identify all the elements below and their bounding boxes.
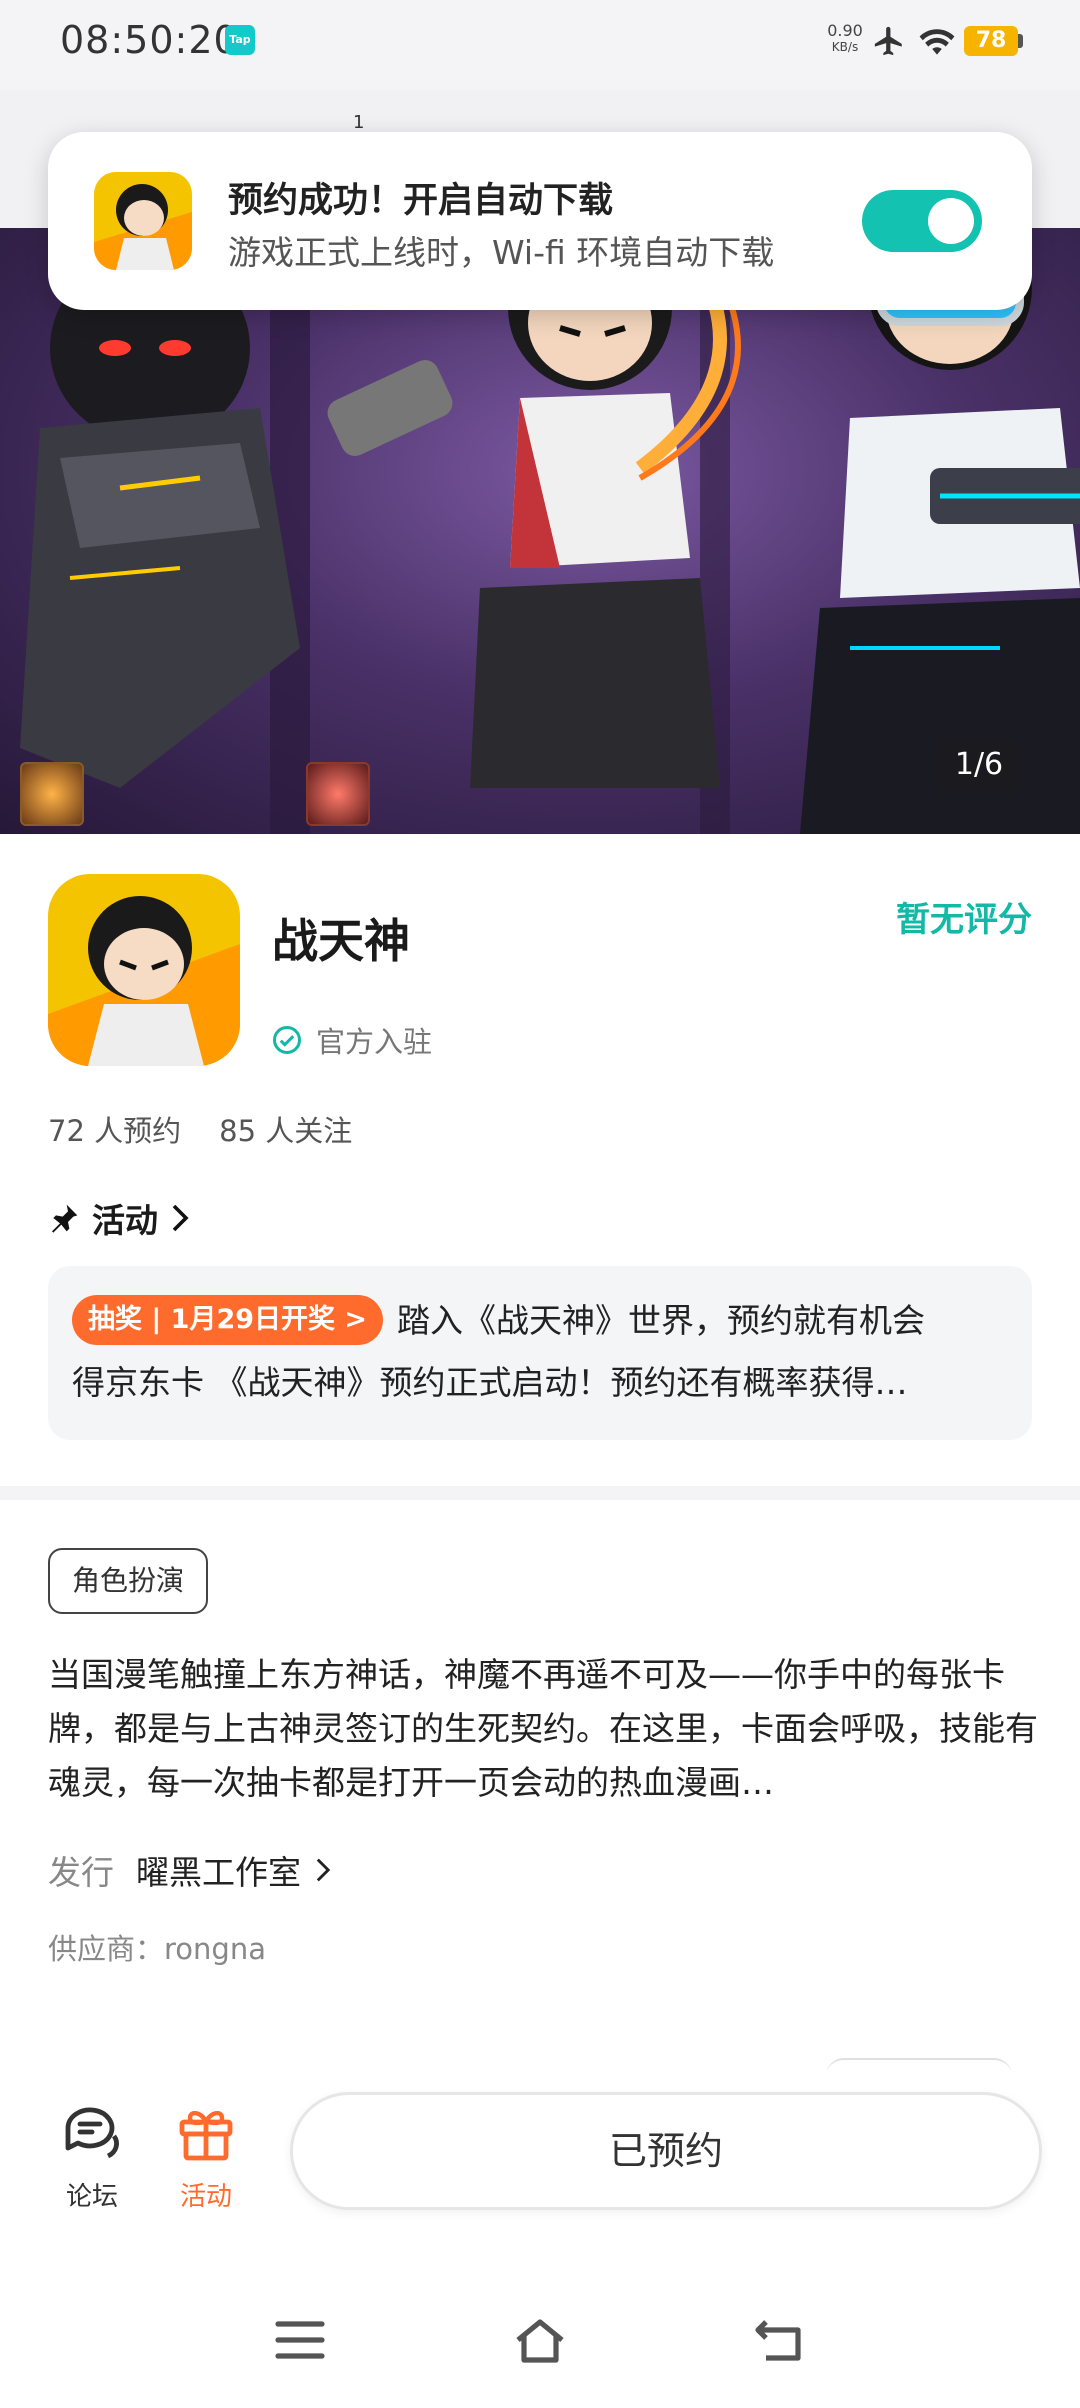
reserved-button[interactable]: 已预约	[290, 2092, 1042, 2210]
activity-header[interactable]: 活动	[48, 1196, 192, 1240]
reservation-count: 72 人预约	[48, 1114, 182, 1148]
chevron-right-icon	[316, 1858, 331, 1882]
home-icon[interactable]	[512, 2316, 568, 2364]
battery-indicator: 78	[964, 26, 1018, 56]
banner-page-indicator: 1/6	[938, 738, 1020, 792]
activity-title: 活动	[92, 1201, 158, 1240]
activity-tab-label: 活动	[179, 2182, 232, 2212]
reservation-toast: 预约成功！开启自动下载 游戏正式上线时，Wi-fi 环境自动下载	[48, 132, 1032, 310]
activity-tab-button[interactable]: 活动	[156, 2100, 256, 2213]
bottom-action-bar: 论坛 活动 已预约	[0, 2070, 1080, 2260]
menu-icon[interactable]	[272, 2316, 328, 2364]
network-speed: 0.90 KB/s	[822, 22, 868, 56]
toast-title: 预约成功！开启自动下载	[228, 181, 614, 221]
back-icon[interactable]	[752, 2316, 808, 2364]
publisher-label: 发行	[48, 1853, 114, 1892]
toast-subtitle: 游戏正式上线时，Wi-fi 环境自动下载	[228, 233, 775, 272]
activity-line-2: 得京东卡 《战天神》预约正式启动！预约还有概率获得…	[72, 1363, 908, 1402]
airplane-icon	[874, 26, 902, 56]
game-name: 战天神	[272, 914, 410, 968]
banner-carousel[interactable]: 1/6	[0, 228, 1080, 834]
section-divider	[0, 1486, 1080, 1500]
skill-icon-2	[306, 762, 370, 826]
official-badge: 官方入驻	[272, 1020, 432, 1060]
banner-artwork	[20, 228, 1080, 834]
activity-line-1: 抽奖 | 1月29日开奖 > 踏入《战天神》世界，预约就有机会	[72, 1290, 1008, 1352]
network-speed-value: 0.90	[827, 21, 863, 40]
status-bar: 08:50:20 Tap 0.90 KB/s 78	[0, 0, 1080, 90]
system-nav-bar	[0, 2260, 1080, 2408]
toast-game-icon	[94, 172, 192, 270]
follower-count: 85 人关注	[219, 1114, 353, 1148]
tap-app-icon: Tap	[225, 25, 255, 55]
wifi-icon	[919, 29, 955, 55]
genre-tag[interactable]: 角色扮演	[48, 1548, 209, 1614]
forum-icon	[65, 2107, 119, 2159]
strip-number: 1	[353, 112, 365, 133]
toggle-knob	[928, 198, 974, 244]
publisher-row[interactable]: 发行 曜黑工作室	[48, 1846, 333, 1894]
skill-icon-1	[20, 762, 84, 826]
game-icon	[48, 874, 240, 1066]
check-circle-icon	[273, 1026, 301, 1054]
forum-button[interactable]: 论坛	[42, 2100, 142, 2213]
rating-label: 暂无评分	[896, 900, 1032, 940]
supplier-label: 供应商：rongna	[48, 1932, 266, 1966]
gift-icon	[179, 2110, 233, 2161]
lottery-tag: 抽奖 | 1月29日开奖 >	[72, 1295, 384, 1345]
game-description[interactable]: 当国漫笔触撞上东方神话，神魔不再遥不可及——你手中的每张卡牌，都是与上古神灵签订…	[48, 1648, 1038, 1810]
publisher-name: 曜黑工作室	[136, 1853, 301, 1892]
battery-tip	[1018, 34, 1023, 48]
activity-card[interactable]: 抽奖 | 1月29日开奖 > 踏入《战天神》世界，预约就有机会 得京东卡 《战天神…	[48, 1266, 1032, 1440]
auto-download-toggle[interactable]	[862, 190, 982, 252]
game-stats: 72 人预约 85 人关注	[48, 1108, 352, 1150]
forum-label: 论坛	[65, 2182, 118, 2212]
official-label: 官方入驻	[316, 1025, 433, 1059]
network-speed-unit: KB/s	[831, 40, 859, 54]
pin-icon	[52, 1204, 78, 1233]
chevron-right-icon	[172, 1204, 189, 1232]
status-time: 08:50:20	[60, 18, 239, 62]
activity-text-1: 踏入《战天神》世界，预约就有机会	[397, 1301, 926, 1340]
